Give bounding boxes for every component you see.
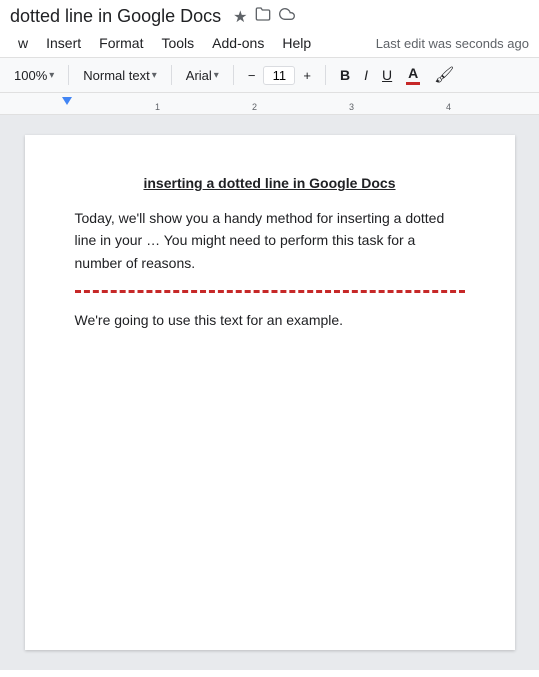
menu-item-help[interactable]: Help (274, 31, 319, 55)
font-group: Arial ▾ (180, 65, 225, 86)
paint-icon: 🖌 (434, 65, 454, 85)
zoom-selector[interactable]: 100% ▾ (8, 65, 60, 86)
separator-4 (325, 65, 326, 85)
document-paragraph-2: We're going to use this text for an exam… (75, 309, 465, 331)
zoom-group: 100% ▾ (8, 65, 60, 86)
text-format-group: B I U A 🖌 (334, 62, 460, 88)
font-size-decrement-button[interactable]: − (242, 65, 262, 86)
style-group: Normal text ▾ (77, 65, 163, 86)
font-dropdown-arrow: ▾ (214, 70, 219, 81)
menu-item-addons[interactable]: Add-ons (204, 31, 272, 55)
paragraph-style-label: Normal text (83, 68, 149, 83)
folder-icon[interactable] (255, 6, 271, 27)
ruler-mark-3: 3 (349, 102, 354, 112)
document-heading: inserting a dotted line in Google Docs (75, 175, 465, 191)
star-icon[interactable]: ★ (233, 7, 247, 27)
menu-item-tools[interactable]: Tools (153, 31, 202, 55)
separator-2 (171, 65, 172, 85)
separator-3 (233, 65, 234, 85)
document-title[interactable]: dotted line in Google Docs (10, 6, 221, 27)
menu-item-file[interactable]: w (10, 31, 36, 55)
title-bar: dotted line in Google Docs ★ (0, 0, 539, 29)
dotted-line (75, 290, 465, 293)
toolbar: 100% ▾ Normal text ▾ Arial ▾ − + B I U A (0, 57, 539, 93)
document-page: inserting a dotted line in Google Docs T… (25, 135, 515, 650)
font-color-indicator: A (406, 65, 420, 85)
ruler-mark-1: 1 (155, 102, 160, 112)
underline-button[interactable]: U (376, 64, 398, 86)
font-color-bar (406, 82, 420, 85)
italic-button[interactable]: I (358, 64, 374, 86)
zoom-value: 100% (14, 68, 47, 83)
font-label: Arial (186, 68, 212, 83)
last-edit-status: Last edit was seconds ago (376, 36, 529, 51)
zoom-dropdown-arrow: ▾ (49, 70, 54, 81)
font-color-button[interactable]: A (400, 62, 426, 88)
style-dropdown-arrow: ▾ (152, 70, 157, 81)
ruler: 1 2 3 4 (0, 93, 539, 115)
font-size-group: − + (242, 65, 317, 86)
font-color-letter: A (408, 65, 418, 81)
menu-item-insert[interactable]: Insert (38, 31, 89, 55)
font-selector[interactable]: Arial ▾ (180, 65, 225, 86)
cloud-icon[interactable] (279, 6, 295, 27)
bold-button[interactable]: B (334, 64, 356, 86)
tab-marker (62, 97, 72, 105)
ruler-mark-2: 2 (252, 102, 257, 112)
ruler-mark-4: 4 (446, 102, 451, 112)
paragraph-style-selector[interactable]: Normal text ▾ (77, 65, 163, 86)
menu-item-format[interactable]: Format (91, 31, 151, 55)
separator-1 (68, 65, 69, 85)
document-area: inserting a dotted line in Google Docs T… (0, 115, 539, 670)
font-size-increment-button[interactable]: + (297, 65, 317, 86)
title-icons: ★ (233, 6, 295, 27)
menu-bar: w Insert Format Tools Add-ons Help Last … (0, 29, 539, 57)
highlight-button[interactable]: 🖌 (428, 62, 460, 88)
document-paragraph-1: Today, we'll show you a handy method for… (75, 207, 465, 274)
font-size-input[interactable] (263, 66, 295, 85)
